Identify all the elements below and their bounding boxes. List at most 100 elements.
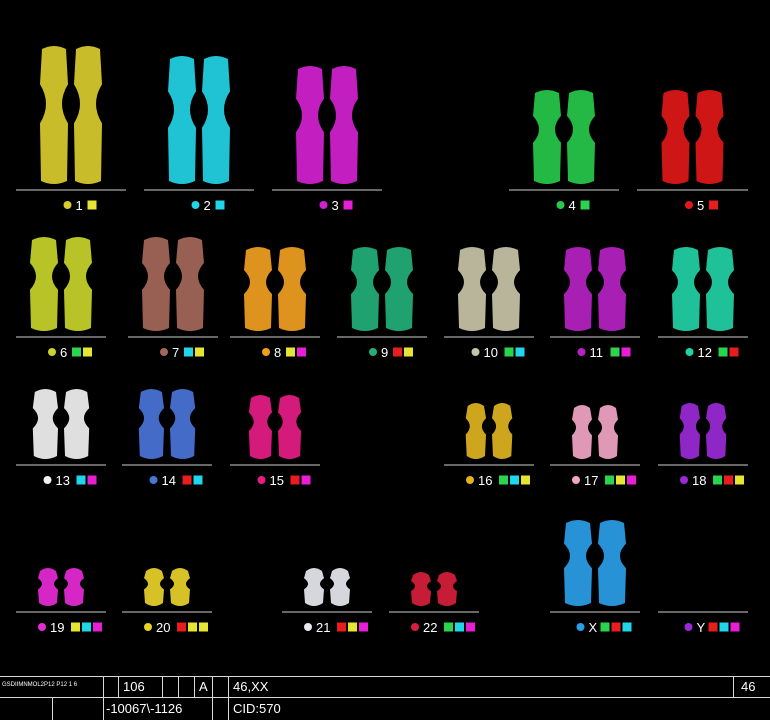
chromosome-label: 5 bbox=[697, 198, 704, 213]
chromosome-pair-16: 16 bbox=[444, 403, 534, 488]
chromosome-label: 11 bbox=[590, 345, 604, 360]
chromosome-label: 15 bbox=[270, 473, 284, 488]
chromosome-11-b bbox=[598, 247, 626, 331]
fluor-code-magenta bbox=[301, 475, 311, 485]
fluor-code-cyan bbox=[193, 475, 203, 485]
chromosome-label: Y bbox=[697, 620, 706, 635]
chromosome-count: 46 bbox=[741, 679, 756, 694]
fluor-code-green bbox=[580, 200, 590, 210]
chromosome-label: 21 bbox=[316, 620, 330, 635]
fluor-code-green bbox=[504, 347, 514, 357]
chromosome-15-a bbox=[248, 395, 272, 459]
chromosome-15-b bbox=[278, 395, 302, 459]
chromosome-color-dot bbox=[577, 348, 586, 356]
chromosome-label: 14 bbox=[162, 473, 176, 488]
chromosome-pair-15: 15 bbox=[230, 395, 320, 488]
chromosome-color-dot bbox=[262, 348, 270, 356]
chromosome-color-dot bbox=[556, 201, 565, 209]
chromosome-6-b bbox=[64, 237, 92, 331]
fluor-code-magenta bbox=[359, 622, 368, 632]
chromosome-pair-9: 9 bbox=[337, 247, 427, 360]
chromosome-pair-2: 2 bbox=[144, 56, 254, 213]
fluor-code-red bbox=[708, 622, 718, 632]
fluor-code-yellow bbox=[521, 475, 530, 485]
chromosome-18-b bbox=[706, 403, 727, 459]
chromosome-label: 12 bbox=[698, 345, 712, 360]
fluor-code-red bbox=[290, 475, 300, 485]
chromosome-4-b bbox=[567, 90, 595, 184]
fluor-code-green bbox=[610, 347, 620, 357]
fluor-code-cyan bbox=[82, 622, 91, 632]
chromosome-13-a bbox=[32, 389, 58, 459]
chromosome-20-b bbox=[170, 568, 190, 606]
fluor-code-yellow bbox=[87, 200, 97, 210]
chromosome-color-dot bbox=[411, 623, 419, 631]
chromosome-label: 9 bbox=[381, 345, 388, 360]
fluor-code-cyan bbox=[515, 347, 525, 357]
chromosome-color-dot bbox=[576, 623, 585, 631]
chromosome-pair-22: 22 bbox=[389, 572, 479, 635]
chromosome-22-a bbox=[411, 572, 431, 606]
chromosome-7-b bbox=[176, 237, 204, 331]
chromosome-label: 1 bbox=[76, 198, 83, 213]
fluor-code-red bbox=[709, 200, 718, 210]
chromosome-color-dot bbox=[685, 201, 693, 209]
chromosome-3-b bbox=[330, 66, 358, 184]
chromosome-color-dot bbox=[466, 476, 474, 484]
chromosome-pair-4: 4 bbox=[509, 90, 619, 213]
chromosome-pair-20: 20 bbox=[122, 568, 212, 635]
chromosome-color-dot bbox=[160, 348, 168, 356]
chromosome-1-a bbox=[40, 46, 68, 184]
chromosome-10-b bbox=[492, 247, 520, 331]
chromosome-label: 3 bbox=[332, 198, 339, 213]
fluor-code-green bbox=[499, 475, 508, 485]
fluor-code-red bbox=[729, 347, 739, 357]
fluor-code-magenta bbox=[627, 475, 636, 485]
fluor-code-magenta bbox=[466, 622, 475, 632]
chromosome-color-dot bbox=[48, 348, 56, 356]
chromosome-color-dot bbox=[63, 201, 72, 209]
chromosome-label: 6 bbox=[60, 345, 67, 360]
fluor-code-yellow bbox=[735, 475, 744, 485]
chromosome-12-a bbox=[672, 247, 700, 331]
chromosome-pair-11: 11 bbox=[550, 247, 640, 360]
chromosome-9-b bbox=[385, 247, 413, 331]
chromosome-5-b bbox=[695, 90, 724, 184]
chromosome-pair-10: 10 bbox=[444, 247, 534, 360]
fluor-code-magenta bbox=[343, 200, 353, 210]
chromosome-pair-21: 21 bbox=[282, 568, 372, 635]
chromosome-pair-8: 8 bbox=[230, 247, 320, 360]
chromosome-pair-18: 18 bbox=[658, 403, 748, 488]
chromosome-label: 10 bbox=[484, 345, 498, 360]
chromosome-label: 18 bbox=[692, 473, 706, 488]
fluor-code-cyan bbox=[215, 200, 225, 210]
chromosome-color-dot bbox=[191, 201, 200, 209]
fluor-code-red bbox=[611, 622, 621, 632]
karyogram: 1 2 3 4 56 7 8 9 10 11 1213 14 15 16 17 1819 20 21 22 X Y bbox=[16, 46, 748, 635]
chromosome-label: 8 bbox=[274, 345, 281, 360]
fluor-code-red bbox=[182, 475, 192, 485]
fluor-code-green bbox=[444, 622, 453, 632]
fluor-code-yellow bbox=[616, 475, 625, 485]
fluor-code-cyan bbox=[510, 475, 519, 485]
chromosome-color-dot bbox=[471, 348, 480, 356]
chromosome-label: 17 bbox=[584, 473, 598, 488]
fluor-code-yellow bbox=[199, 622, 208, 632]
chromosome-label: 7 bbox=[172, 345, 179, 360]
chromosome-14-b bbox=[170, 389, 196, 459]
chromosome-label: 4 bbox=[569, 198, 576, 213]
fluor-code-yellow bbox=[348, 622, 357, 632]
chromosome-16-b bbox=[492, 403, 513, 459]
chromosome-color-dot bbox=[144, 623, 152, 631]
chromosome-x-b bbox=[598, 520, 626, 606]
chromosome-8-a bbox=[244, 247, 272, 331]
chromosome-color-dot bbox=[684, 623, 693, 631]
chromosome-19-b bbox=[64, 568, 84, 606]
specimen-id: GSDIIMNMOL2P12 P12 1 6 bbox=[2, 682, 78, 688]
chromosome-color-dot bbox=[304, 623, 312, 631]
chromosome-pair-19: 19 bbox=[16, 568, 106, 635]
chromosome-pair-7: 7 bbox=[128, 237, 218, 360]
fluor-code-yellow bbox=[71, 622, 80, 632]
chromosome-6-a bbox=[30, 237, 58, 331]
chromosome-label: 13 bbox=[56, 473, 70, 488]
